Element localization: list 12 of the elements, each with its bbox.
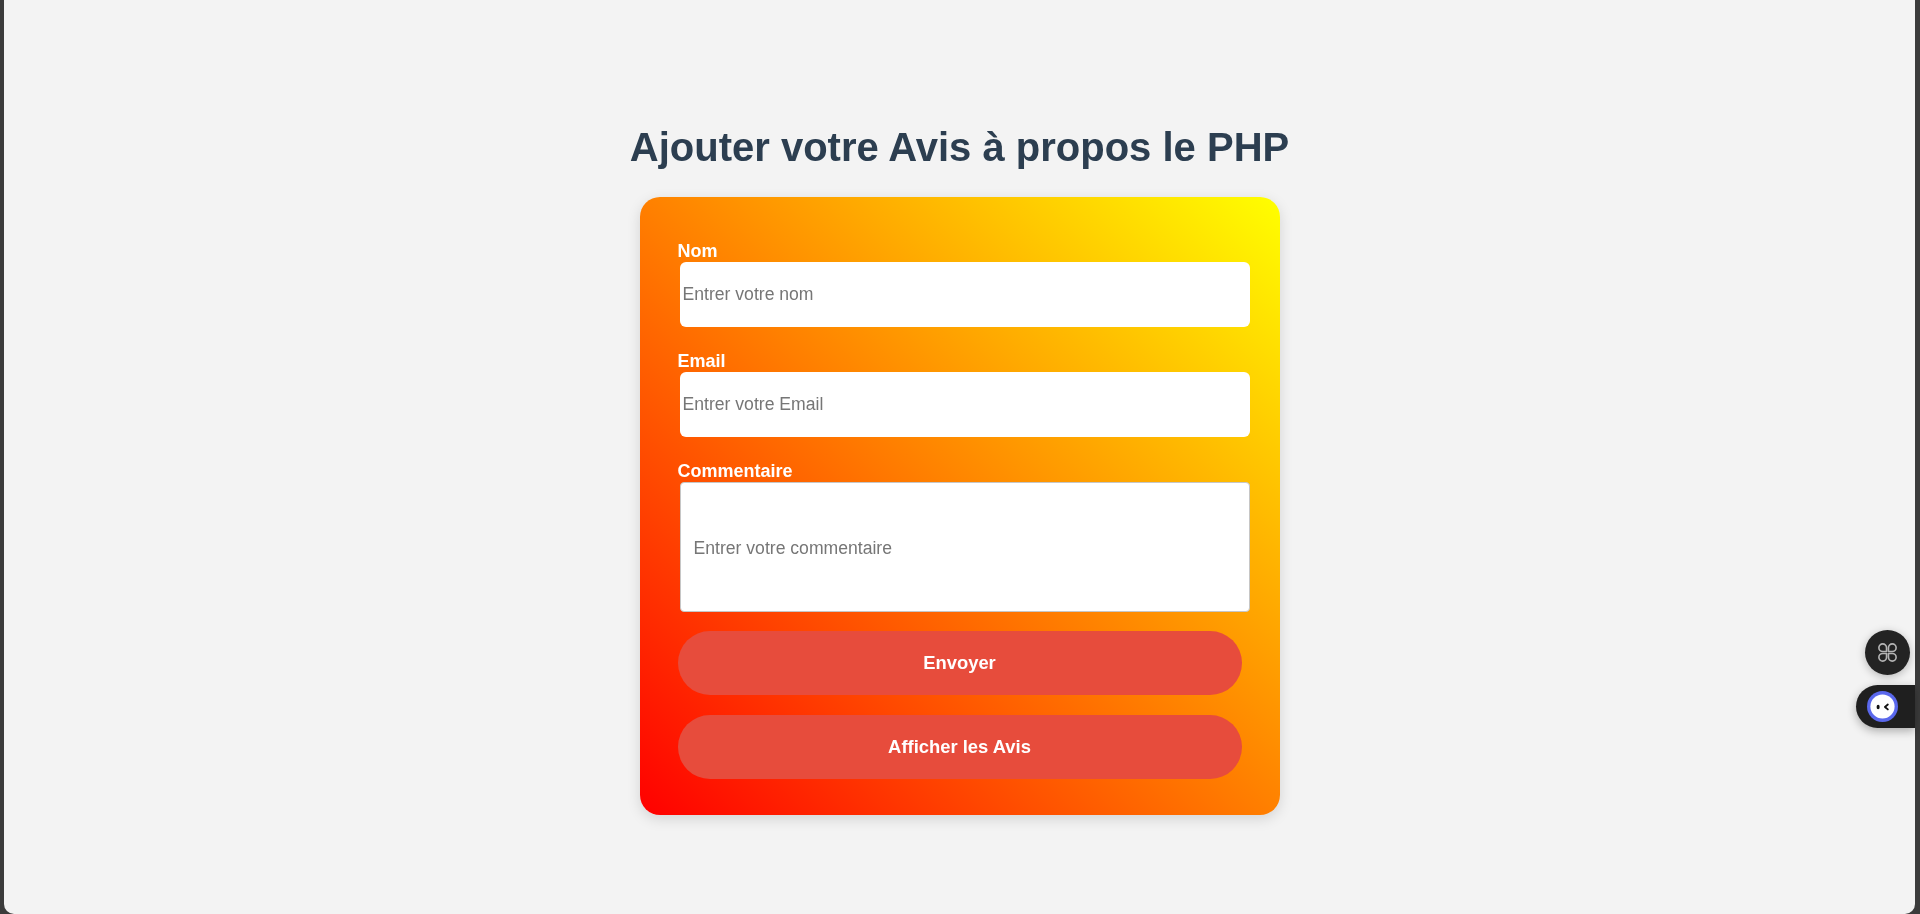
assistant-tab[interactable]	[1856, 685, 1915, 728]
field-label: Email	[677, 350, 726, 372]
field-label: Nom	[677, 240, 718, 262]
face-icon	[1867, 691, 1898, 722]
comment-textarea[interactable]: Entrer votre commentaire	[679, 482, 1250, 612]
send-button[interactable]: Envoyer	[677, 631, 1242, 695]
page-title: Ajouter votre Avis à propos le PHP	[629, 124, 1290, 171]
field-label: Commentaire	[677, 460, 793, 482]
text-input-field[interactable]: Entrer votre Email	[679, 372, 1250, 437]
show-reviews-button[interactable]: Afficher les Avis	[677, 715, 1242, 779]
text-input-field[interactable]: Entrer votre nom	[679, 262, 1250, 327]
command-icon[interactable]	[1865, 630, 1910, 675]
